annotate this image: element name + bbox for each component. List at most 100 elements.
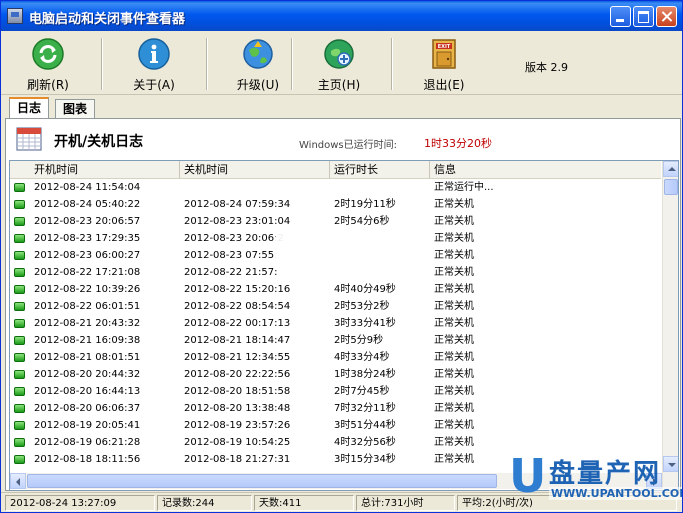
toolbar-separator — [291, 38, 293, 90]
table-header: 开机时间 关机时间 运行时长 信息 — [10, 161, 661, 179]
cell-info: 正常关机 — [434, 199, 474, 210]
cell-info: 正常关机 — [434, 318, 474, 329]
column-header-duration[interactable]: 运行时长 — [330, 161, 430, 178]
about-label: 关于(A) — [133, 78, 175, 92]
scroll-up-button[interactable] — [663, 161, 678, 177]
maximize-button[interactable] — [633, 6, 654, 27]
cell-shutdown-time: 2012-08-24 07:59:34 — [184, 199, 291, 210]
table-row[interactable]: 2012-08-20 20:44:32 2012-08-20 22:22:56 1时… — [10, 366, 661, 383]
column-header-shutdown-time[interactable]: 关机时间 — [180, 161, 330, 178]
window-title: 电脑启动和关闭事件查看器 — [29, 12, 186, 27]
cell-shutdown-time: 2012-08-19 10:54:25 — [184, 437, 291, 448]
column-header-info[interactable]: 信息 — [430, 161, 661, 178]
status-led-icon — [14, 319, 25, 328]
status-led-icon — [14, 455, 25, 464]
table-row[interactable]: 2012-08-20 06:06:37 2012-08-20 13:38:48 7时… — [10, 400, 661, 417]
homepage-button[interactable]: 主页(H) — [294, 35, 384, 93]
close-button[interactable] — [656, 6, 677, 27]
cell-info: 正常关机 — [434, 454, 474, 465]
about-button[interactable]: 关于(A) — [109, 35, 199, 93]
table-row[interactable]: 2012-08-21 20:43:32 2012-08-22 00:17:13 3时… — [10, 315, 661, 332]
cell-duration: 4时40分49秒 — [334, 284, 396, 295]
cell-duration: 2时54分6秒 — [334, 216, 390, 227]
cell-duration: 1时38分24秒 — [334, 369, 396, 380]
table-row[interactable]: 2012-08-24 11:54:04 正常运行中... — [10, 179, 661, 196]
upgrade-label: 升级(U) — [236, 78, 280, 92]
vertical-scrollbar[interactable] — [662, 161, 678, 490]
exit-button[interactable]: EXIT 退出(E) — [399, 35, 489, 93]
cell-shutdown-time: 2012-08-21 18:14:47 — [184, 335, 291, 346]
cell-boot-time: 2012-08-20 20:44:32 — [34, 369, 141, 380]
cell-shutdown-time: 2012-08-22 15:20:16 — [184, 284, 291, 295]
title-bar[interactable]: 电脑启动和关闭事件查看器 — [1, 1, 682, 31]
status-datetime: 2012-08-24 13:27:09 — [5, 495, 155, 511]
table-row[interactable]: 2012-08-19 20:05:41 2012-08-19 23:57:26 3时… — [10, 417, 661, 434]
status-led-icon — [14, 404, 25, 413]
cell-boot-time: 2012-08-23 06:00:27 — [34, 250, 141, 261]
status-led-icon — [14, 234, 25, 243]
app-icon — [7, 8, 23, 24]
tab-chart[interactable]: 图表 — [55, 99, 96, 118]
globe-upgrade-icon — [243, 39, 273, 69]
cell-shutdown-time: 2012-08-23 07:55: — [184, 250, 278, 261]
cell-shutdown-time: 2012-08-20 18:51:58 — [184, 386, 291, 397]
status-led-icon — [14, 251, 25, 260]
upgrade-button[interactable]: 升级(U) — [213, 35, 303, 93]
minimize-button[interactable] — [610, 6, 631, 27]
uptime-value: 1时33分20秒 — [424, 137, 492, 150]
tab-strip: 日志 图表 — [1, 95, 682, 120]
watermark-u-glyph: U — [509, 449, 547, 503]
cell-boot-time: 2012-08-24 11:54:04 — [34, 182, 141, 193]
cell-boot-time: 2012-08-24 05:40:22 — [34, 199, 141, 210]
cell-shutdown-time: 2012-08-22 21:57: — [184, 267, 278, 278]
status-led-icon — [14, 370, 25, 379]
cell-boot-time: 2012-08-18 18:11:56 — [34, 454, 141, 465]
table-row[interactable]: 2012-08-21 16:09:38 2012-08-21 18:14:47 2时… — [10, 332, 661, 349]
cell-shutdown-time: 2012-08-21 12:34:55 — [184, 352, 291, 363]
table-row[interactable]: 2012-08-24 05:40:22 2012-08-24 07:59:34 2时… — [10, 196, 661, 213]
cell-boot-time: 2012-08-22 17:21:08 — [34, 267, 141, 278]
cell-duration: 3时51分44秒 — [334, 420, 396, 431]
table-row[interactable]: 2012-08-23 20:06:57 2012-08-23 23:01:04 2时… — [10, 213, 661, 230]
scroll-left-button[interactable] — [10, 473, 26, 489]
table-row[interactable]: 2012-08-22 10:39:26 2012-08-22 15:20:16 4时… — [10, 281, 661, 298]
log-table[interactable]: 开机时间 关机时间 运行时长 信息 2012-08-24 11:54:04 正常运… — [9, 160, 679, 491]
exit-badge-text: EXIT — [438, 44, 451, 50]
cell-info: 正常关机 — [434, 233, 474, 244]
cell-shutdown-time: 2012-08-20 22:22:56 — [184, 369, 291, 380]
cell-info: 正常关机 — [434, 250, 474, 261]
uptime-label: Windows已运行时间: — [299, 140, 398, 151]
status-led-icon — [14, 421, 25, 430]
table-row[interactable]: 2012-08-22 06:01:51 2012-08-22 08:54:54 2时… — [10, 298, 661, 315]
status-led-icon — [14, 438, 25, 447]
cell-boot-time: 2012-08-22 10:39:26 — [34, 284, 141, 295]
scroll-thumb[interactable] — [664, 179, 678, 195]
refresh-button[interactable]: 刷新(R) — [3, 35, 93, 93]
status-day-count: 天数:411 — [254, 495, 354, 511]
tab-log[interactable]: 日志 — [9, 97, 50, 120]
table-row[interactable]: 2012-08-19 06:21:28 2012-08-19 10:54:25 4时… — [10, 434, 661, 451]
cell-info: 正常关机 — [434, 369, 474, 380]
cell-info: 正常关机 — [434, 386, 474, 397]
cell-boot-time: 2012-08-21 20:43:32 — [34, 318, 141, 329]
cell-info: 正常关机 — [434, 352, 474, 363]
main-window: 电脑启动和关闭事件查看器 刷新(R) 关于(A) 升级(U) 主页(H) EXI… — [0, 0, 683, 513]
cell-duration: 2时19分11秒 — [334, 199, 396, 210]
watermark-logo: U 盘量产网 WWW.UPANTOOL.COM — [509, 449, 682, 508]
table-row[interactable]: 2012-08-20 16:44:13 2012-08-20 18:51:58 2时… — [10, 383, 661, 400]
cell-info: 正常关机 — [434, 301, 474, 312]
cell-boot-time: 2012-08-23 20:06:57 — [34, 216, 141, 227]
toolbar-separator — [101, 38, 103, 90]
status-led-icon — [14, 387, 25, 396]
refresh-icon — [32, 38, 64, 70]
status-led-icon — [14, 183, 25, 192]
status-led-icon — [14, 200, 25, 209]
column-header-boot-time[interactable]: 开机时间 — [10, 161, 180, 178]
horizontal-scroll-thumb[interactable] — [27, 474, 497, 488]
table-row[interactable]: 2012-08-21 08:01:51 2012-08-21 12:34:55 4时… — [10, 349, 661, 366]
status-led-icon — [14, 268, 25, 277]
cell-boot-time: 2012-08-21 08:01:51 — [34, 352, 141, 363]
cell-boot-time: 2012-08-23 17:29:35 — [34, 233, 141, 244]
log-panel: 开机/关机日志 Windows已运行时间: 1时33分20秒 开机时间 关机时间… — [5, 118, 681, 491]
cell-boot-time: 2012-08-22 06:01:51 — [34, 301, 141, 312]
